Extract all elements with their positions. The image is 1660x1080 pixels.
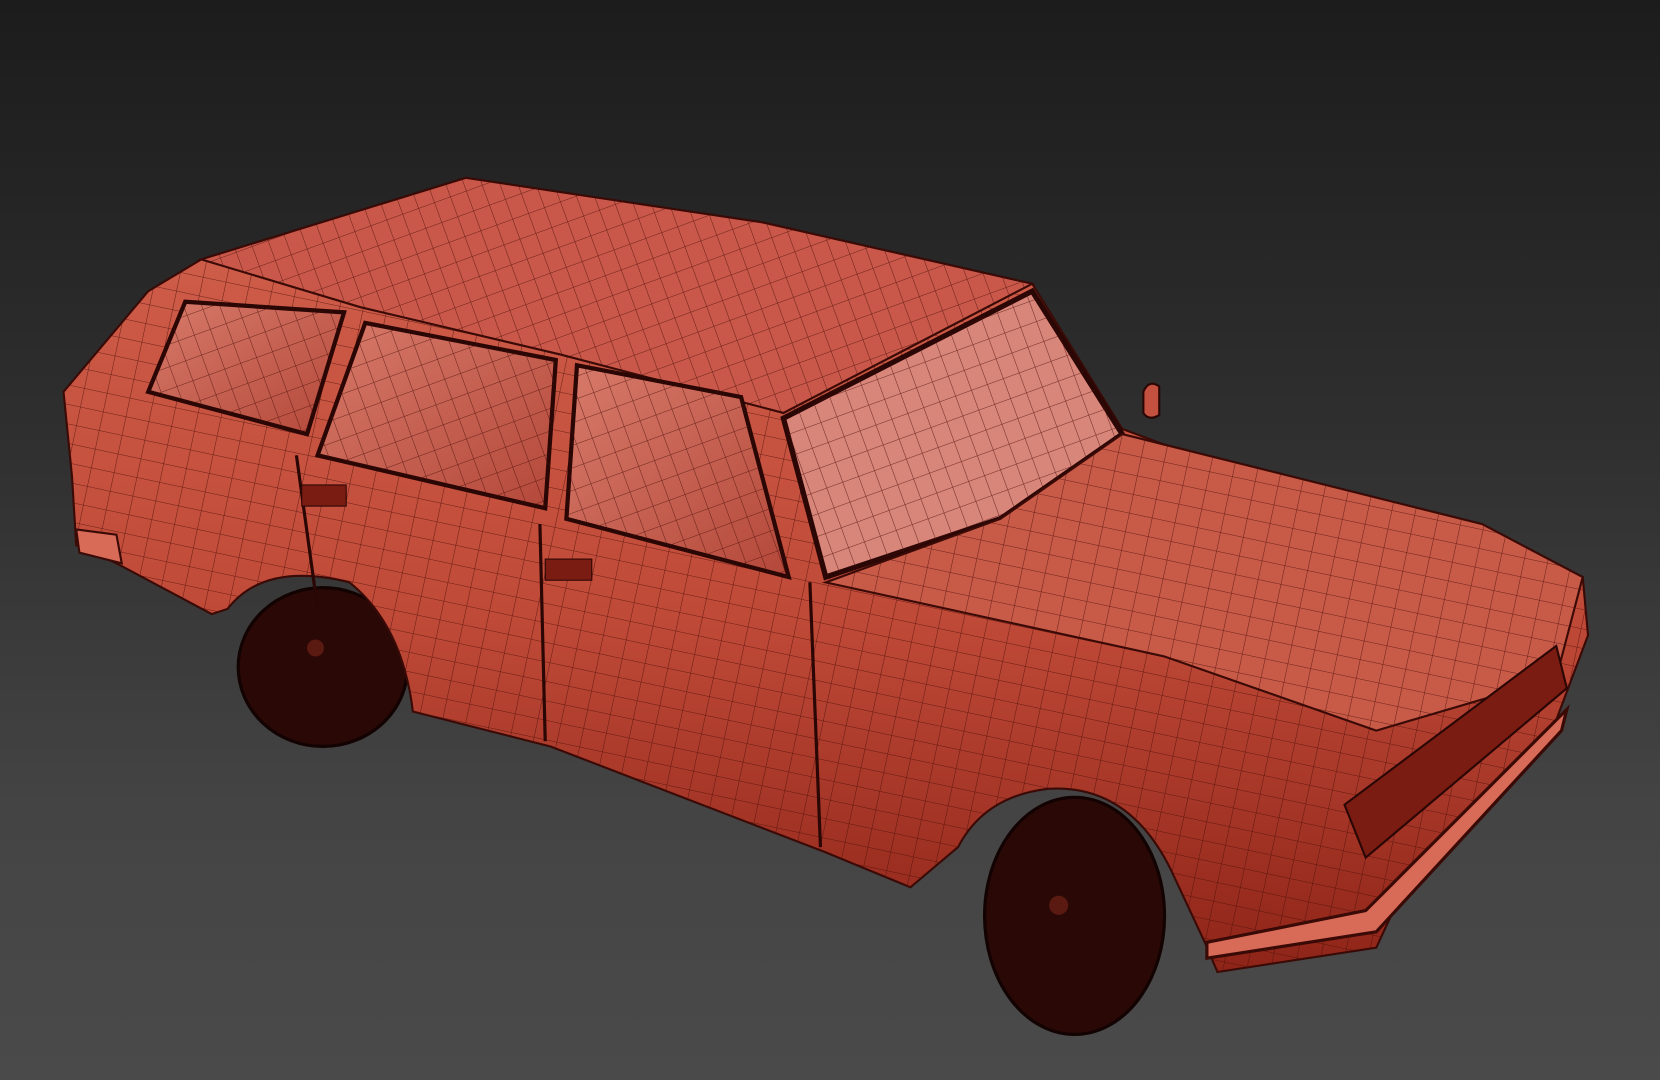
car-model bbox=[62, 176, 1590, 1037]
door-handle bbox=[544, 558, 593, 581]
rear-bumper bbox=[74, 528, 124, 565]
front-wheel bbox=[982, 795, 1167, 1037]
side-mirror bbox=[1142, 382, 1161, 419]
door-handle bbox=[301, 484, 347, 507]
3d-viewport[interactable] bbox=[0, 0, 1660, 1080]
